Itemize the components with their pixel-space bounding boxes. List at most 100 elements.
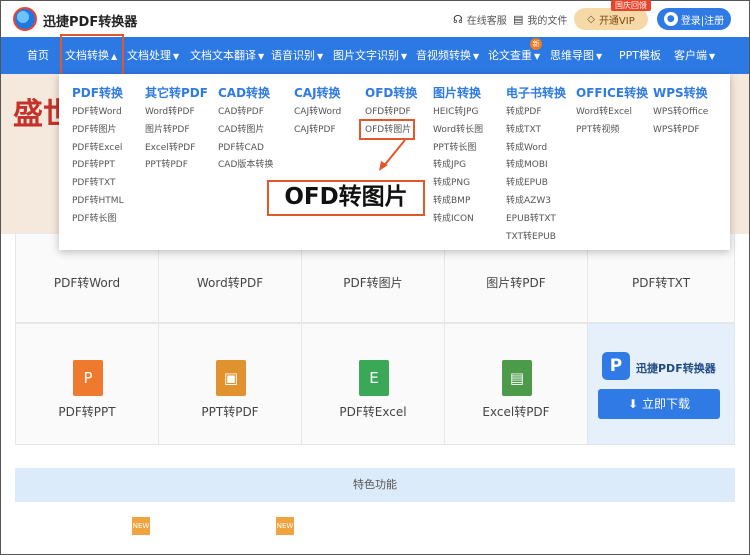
nav-item-client[interactable]: 客户端 ▼ [674, 37, 715, 74]
ppt-to-pdf-icon: ▣ [216, 360, 246, 396]
menu-item[interactable]: TXT转EPUB [506, 229, 566, 247]
my-files-link[interactable]: ▤ 我的文件 [513, 12, 567, 27]
tool-card[interactable]: E PDF转Excel [301, 323, 445, 445]
app-logo-icon: P [602, 352, 630, 380]
download-label: 立即下载 [641, 397, 690, 411]
menu-item[interactable]: CAD转PDF [218, 104, 273, 122]
menu-item[interactable]: 图片转PDF [145, 122, 208, 140]
menu-item[interactable]: 转成PDF [506, 104, 566, 122]
caret-down-icon: ▼ [534, 52, 541, 61]
menu-column-title[interactable]: WPS转换 [653, 84, 708, 104]
caret-down-icon: ▼ [473, 52, 480, 61]
file-icon: ▤ [513, 13, 524, 26]
top-header: 迅捷PDF转换器 ☊ 在线客服 ▤ 我的文件 ◇ 开通VIP 国庆回馈 ● 登录… [1, 0, 749, 37]
menu-column-title[interactable]: 电子书转换 [506, 84, 566, 104]
menu-item[interactable]: PPT转视频 [576, 122, 648, 140]
menu-item[interactable]: PDF转TXT [72, 175, 124, 193]
tool-card[interactable]: ▣ PPT转PDF [158, 323, 302, 445]
pointer-arrow-icon [379, 139, 406, 171]
menu-column-image: 图片转换 HEIC转JPG Word转长图 PPT转长图 转成JPG 转成PNG… [433, 84, 483, 229]
menu-column-title[interactable]: 其它转PDF [145, 84, 208, 104]
menu-item[interactable]: WPS转Office [653, 104, 708, 122]
nav-item-ppt-template[interactable]: PPT模板 [619, 37, 661, 74]
menu-item[interactable]: PDF转Word [72, 104, 124, 122]
user-icon: ● [663, 12, 678, 26]
menu-column-ebook: 电子书转换 转成PDF 转成TXT 转成Word 转成MOBI 转成EPUB 转… [506, 84, 566, 246]
caret-down-icon: ▼ [258, 52, 265, 61]
login-button[interactable]: ● 登录|注册 [657, 8, 731, 30]
download-promo: P 迅捷PDF转换器 ⬇ 立即下载 [587, 323, 735, 445]
menu-column-title[interactable]: CAJ转换 [294, 84, 341, 104]
tool-card[interactable]: ▤ Excel转PDF [444, 323, 588, 445]
menu-item[interactable]: HEIC转JPG [433, 104, 483, 122]
menu-item[interactable]: WPS转PDF [653, 122, 708, 140]
new-badge: 新 [530, 38, 542, 50]
excel-file-icon: E [359, 360, 389, 396]
vip-button[interactable]: ◇ 开通VIP [574, 8, 648, 30]
menu-column-office: OFFICE转换 Word转Excel PPT转视频 [576, 84, 648, 140]
menu-column-title[interactable]: 图片转换 [433, 84, 483, 104]
menu-item[interactable]: 转成Word [506, 140, 566, 158]
menu-item[interactable]: PDF转图片 [72, 122, 124, 140]
tool-card[interactable]: P PDF转PPT [15, 323, 159, 445]
menu-item[interactable]: PDF转长图 [72, 211, 124, 229]
nav-item-av-convert[interactable]: 音视频转换 ▼ [416, 37, 479, 74]
app-logo-icon[interactable] [13, 7, 37, 31]
my-files-label: 我的文件 [527, 16, 568, 27]
menu-item[interactable]: Word转PDF [145, 104, 208, 122]
menu-item[interactable]: 转成BMP [433, 193, 483, 211]
new-tag: NEW [132, 517, 150, 535]
excel-to-pdf-icon: ▤ [502, 360, 532, 396]
menu-item[interactable]: PPT转PDF [145, 157, 208, 175]
menu-item[interactable]: PDF转HTML [72, 193, 124, 211]
menu-column-title[interactable]: PDF转换 [72, 84, 124, 104]
menu-column-pdf: PDF转换 PDF转Word PDF转图片 PDF转Excel PDF转PPT … [72, 84, 124, 229]
nav-item-translate[interactable]: 文档文本翻译 ▼ [190, 37, 264, 74]
menu-item[interactable]: PPT转长图 [433, 140, 483, 158]
menu-item[interactable]: CAD转图片 [218, 122, 273, 140]
menu-item[interactable]: 转成EPUB [506, 175, 566, 193]
new-tag: NEW [276, 517, 294, 535]
caret-down-icon: ▼ [173, 52, 180, 61]
menu-item[interactable]: 转成ICON [433, 211, 483, 229]
menu-item[interactable]: EPUB转TXT [506, 211, 566, 229]
nav-item-doc-process[interactable]: 文档处理 ▼ [127, 37, 179, 74]
menu-item[interactable]: PDF转Excel [72, 140, 124, 158]
menu-column-other-to-pdf: 其它转PDF Word转PDF 图片转PDF Excel转PDF PPT转PDF [145, 84, 208, 175]
nav-item-home[interactable]: 首页 [27, 37, 49, 74]
menu-item[interactable]: 转成JPG [433, 157, 483, 175]
menu-column-title[interactable]: OFD转换 [365, 84, 417, 104]
menu-column-cad: CAD转换 CAD转PDF CAD转图片 PDF转CAD CAD版本转换 [218, 84, 273, 175]
menu-item[interactable]: Word转Excel [576, 104, 648, 122]
menu-item[interactable]: PDF转CAD [218, 140, 273, 158]
menu-column-title[interactable]: CAD转换 [218, 84, 273, 104]
menu-item[interactable]: PDF转PPT [72, 157, 124, 175]
nav-item-speech[interactable]: 语音识别 ▼ [271, 37, 323, 74]
menu-item[interactable]: CAJ转PDF [294, 122, 341, 140]
active-nav-highlight [60, 34, 124, 79]
vip-promo-badge: 国庆回馈 [611, 0, 651, 11]
nav-item-mindmap[interactable]: 思维导图 ▼ [550, 37, 602, 74]
menu-item[interactable]: 转成TXT [506, 122, 566, 140]
caret-down-icon: ▼ [596, 52, 603, 61]
menu-column-caj: CAJ转换 CAJ转Word CAJ转PDF [294, 84, 341, 140]
annotation-callout: OFD转图片 [267, 180, 425, 216]
online-service-label: 在线客服 [466, 16, 507, 27]
menu-item[interactable]: CAD版本转换 [218, 157, 273, 175]
feature-section-title: 特色功能 [15, 468, 735, 502]
promo-title: 迅捷PDF转换器 [636, 362, 716, 375]
menu-column-title[interactable]: OFFICE转换 [576, 84, 648, 104]
login-label: 登录|注册 [680, 15, 725, 27]
menu-item[interactable]: 转成PNG [433, 175, 483, 193]
download-button[interactable]: ⬇ 立即下载 [598, 389, 720, 419]
online-service-link[interactable]: ☊ 在线客服 [453, 12, 507, 27]
brand-name[interactable]: 迅捷PDF转换器 [43, 11, 137, 30]
nav-item-ocr[interactable]: 图片文字识别 ▼ [333, 37, 407, 74]
menu-item[interactable]: Word转长图 [433, 122, 483, 140]
menu-item[interactable]: CAJ转Word [294, 104, 341, 122]
menu-item[interactable]: 转成MOBI [506, 157, 566, 175]
menu-item[interactable]: Excel转PDF [145, 140, 208, 158]
headset-icon: ☊ [453, 13, 463, 26]
download-icon: ⬇ [628, 397, 639, 411]
menu-item[interactable]: 转成AZW3 [506, 193, 566, 211]
